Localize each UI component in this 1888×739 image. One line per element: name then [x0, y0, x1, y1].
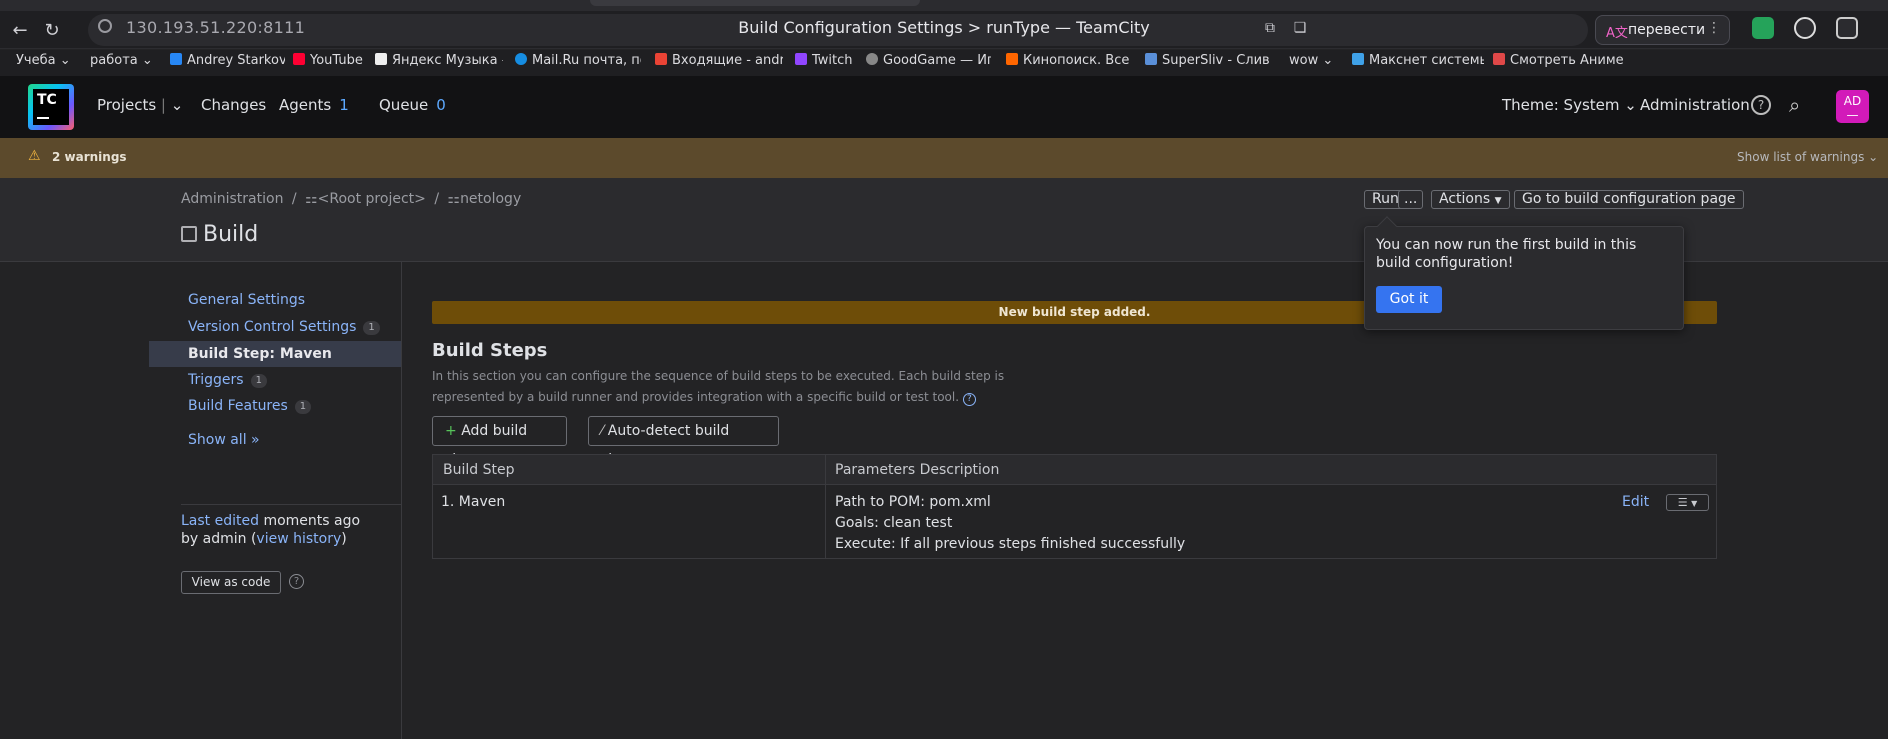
yandex-music-icon: [375, 53, 387, 65]
list-icon: ☰: [1677, 496, 1688, 509]
bookmark-gmail[interactable]: Входящие - andru: [655, 53, 783, 68]
bookmark-maxnet[interactable]: Макснет системы: [1352, 53, 1484, 68]
agents-count: 1: [339, 96, 349, 114]
bookmark-mailru[interactable]: Mail.Ru почта, по: [515, 53, 641, 68]
queue-count: 0: [436, 96, 446, 114]
last-edited-info: Last edited moments ago by admin (view h…: [181, 513, 361, 547]
translate-page-icon[interactable]: ⧉: [1258, 16, 1282, 40]
extensions-icon[interactable]: [1836, 17, 1858, 39]
bookmark-anime[interactable]: Смотреть Аниме: [1493, 53, 1623, 68]
wand-icon: ⁄: [601, 423, 604, 439]
maxnet-icon: [1352, 53, 1364, 65]
theme-selector[interactable]: Theme: System ⌄: [1502, 96, 1637, 114]
teamcity-logo[interactable]: TC: [28, 84, 74, 130]
breadcrumb-root-project[interactable]: <Root project>: [318, 191, 426, 207]
vk-icon: [170, 53, 182, 65]
more-vertical-icon[interactable]: ⋮: [1707, 20, 1721, 36]
plus-icon: +: [445, 423, 457, 439]
sidebar-item-build-features[interactable]: Build Features 1: [188, 398, 312, 414]
supersliv-icon: [1145, 53, 1157, 65]
sidebar-item-triggers[interactable]: Triggers 1: [188, 372, 267, 388]
chevron-down-icon[interactable]: ⌄: [171, 96, 184, 114]
param-execute: Execute: If all previous steps finished …: [835, 536, 1186, 552]
column-header-parameters: Parameters Description: [835, 462, 1000, 478]
view-as-code-button[interactable]: View as code: [181, 571, 281, 594]
translate-icon: A文: [1606, 26, 1628, 41]
show-warnings-link[interactable]: Show list of warnings ⌄: [1737, 150, 1878, 164]
bookmark-folder-rabota[interactable]: работа ⌄: [90, 53, 152, 68]
row-actions-menu[interactable]: ☰ ▼: [1666, 494, 1709, 511]
browser-tabstrip: [0, 0, 1888, 11]
edit-step-link[interactable]: Edit: [1622, 494, 1649, 510]
bookmark-folder-wow[interactable]: wow ⌄: [1289, 53, 1334, 68]
sidebar-item-general-settings[interactable]: General Settings: [188, 292, 305, 308]
help-icon[interactable]: ?: [289, 574, 304, 589]
breadcrumb-administration[interactable]: Administration: [181, 191, 283, 207]
sidebar-item-label[interactable]: Build Step: Maven: [188, 346, 332, 362]
last-edited-link[interactable]: Last edited: [181, 513, 259, 529]
twitch-icon: [795, 53, 807, 65]
bookmark-folder-ucheba[interactable]: Учеба ⌄: [16, 53, 68, 68]
section-heading: Build Steps: [432, 340, 548, 361]
breadcrumb-netology[interactable]: netology: [460, 191, 521, 207]
avatar[interactable]: AD —: [1836, 90, 1869, 123]
kinopoisk-icon: [1006, 53, 1018, 65]
page-title: Build: [181, 222, 258, 247]
help-icon[interactable]: ?: [1751, 95, 1771, 115]
count-badge: 1: [363, 321, 380, 335]
goto-build-config-button[interactable]: Go to build configuration page: [1514, 190, 1744, 209]
count-badge: 1: [294, 400, 312, 414]
anime-icon: [1493, 53, 1505, 65]
sidebar-item-vcs-settings[interactable]: Version Control Settings 1: [188, 319, 380, 335]
translate-button[interactable]: A文 перевести ⋮: [1595, 15, 1730, 45]
projects-menu[interactable]: Projects | ⌄: [97, 96, 183, 114]
auto-detect-button[interactable]: ⁄ Auto-detect build steps: [588, 416, 779, 467]
help-icon[interactable]: ?: [962, 393, 976, 406]
shield-extension-icon[interactable]: [1752, 17, 1774, 39]
caret-down-icon: ▼: [1691, 499, 1698, 508]
warnings-bar: [0, 138, 1888, 178]
count-badge: 1: [250, 374, 267, 388]
table-header: [433, 455, 1716, 485]
popup-message: You can now run the first build in this …: [1376, 237, 1637, 271]
param-pom: Path to POM: pom.xml: [835, 494, 991, 510]
warnings-count: 2 warnings: [52, 150, 127, 164]
project-icon: ⚏: [447, 191, 461, 207]
goodgame-icon: [866, 53, 878, 65]
bookmark-yandex-music[interactable]: Яндекс Музыка —: [375, 53, 503, 68]
column-header-build-step: Build Step: [443, 462, 515, 478]
breadcrumb: Administration / ⚏<Root project> / ⚏neto…: [181, 191, 522, 207]
project-icon: ⚏: [305, 191, 318, 207]
bookmark-supersliv[interactable]: SuperSliv - Слив I: [1145, 53, 1271, 68]
bookmark-twitch[interactable]: Twitch: [795, 53, 855, 68]
view-history-link[interactable]: view history: [256, 531, 341, 547]
bookmark-vk[interactable]: Andrey Starkov: [170, 53, 285, 68]
caret-down-icon: ▼: [1494, 196, 1502, 206]
gmail-icon: [655, 53, 667, 65]
bookmark-kinopoisk[interactable]: Кинопоиск. Все ф: [1006, 53, 1132, 68]
section-description: In this section you can configure the se…: [432, 369, 1005, 406]
bookmark-icon[interactable]: ❏: [1288, 16, 1312, 40]
warning-icon: ⚠: [28, 148, 41, 164]
bookmarks-bar: Учеба ⌄ работа ⌄ Andrey Starkov YouTube …: [0, 50, 1888, 76]
search-icon[interactable]: ⌕: [1789, 93, 1800, 117]
param-goals: Goals: clean test: [835, 515, 953, 531]
queue-link[interactable]: Queue 0: [379, 96, 446, 114]
run-options-button[interactable]: ...: [1398, 190, 1424, 209]
media-extension-icon[interactable]: [1794, 17, 1816, 39]
administration-link[interactable]: Administration: [1640, 96, 1750, 114]
add-build-step-button[interactable]: + Add build step: [432, 416, 567, 467]
changes-link[interactable]: Changes: [201, 96, 266, 114]
youtube-icon: [293, 53, 305, 65]
actions-button[interactable]: Actions ▼: [1431, 190, 1510, 209]
build-config-icon: [181, 226, 197, 242]
step-name[interactable]: 1. Maven: [441, 494, 505, 510]
show-all-link[interactable]: Show all »: [188, 432, 260, 448]
agents-link[interactable]: Agents 1: [279, 96, 349, 114]
mailru-icon: [515, 53, 527, 65]
bookmark-goodgame[interactable]: GoodGame — Игр: [866, 53, 991, 68]
got-it-button[interactable]: Got it: [1376, 286, 1442, 313]
bookmark-youtube[interactable]: YouTube: [293, 53, 365, 68]
